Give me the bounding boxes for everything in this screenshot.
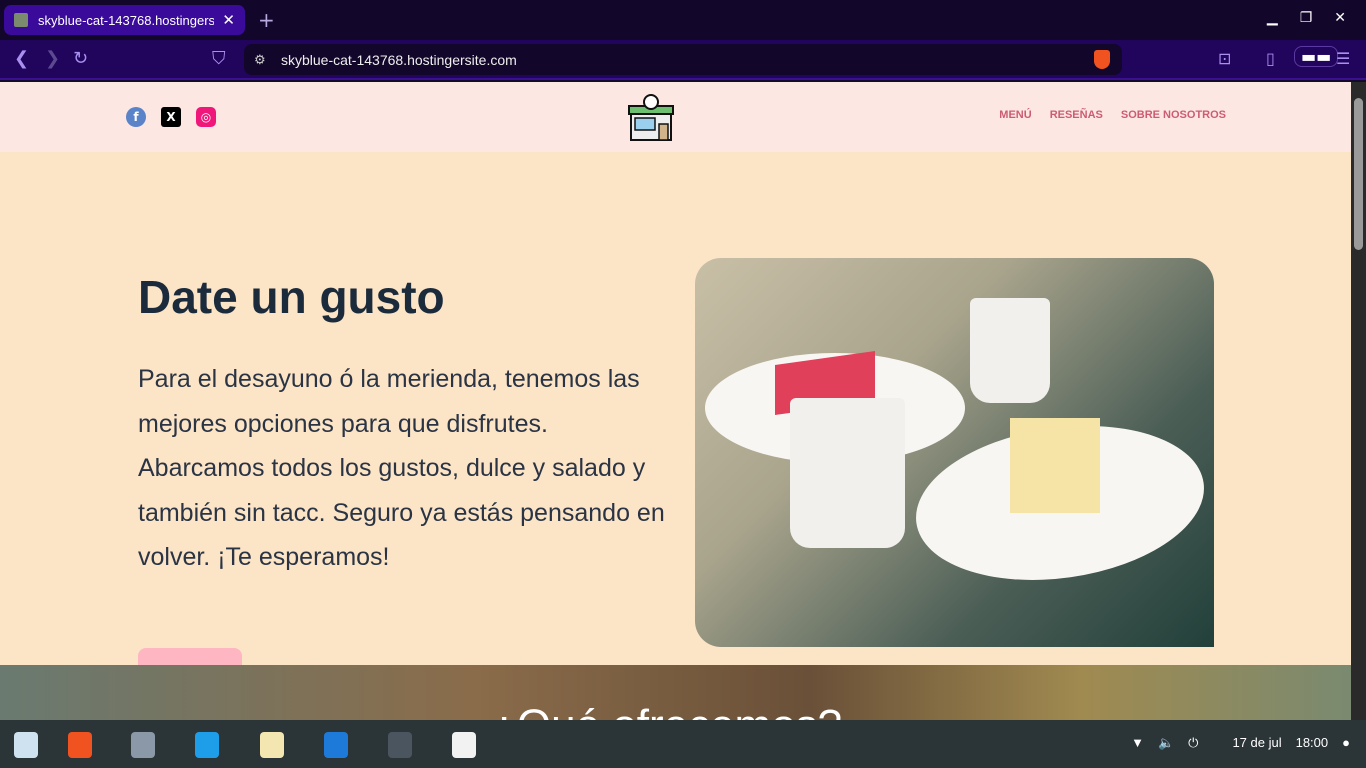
offer-section: ¿Qué ofrecemos? <box>0 665 1351 720</box>
site-settings-icon[interactable]: ⚙ <box>254 52 266 68</box>
site-header: f X ◎ MENÚ RESEÑAS SOBRE NOSOTROS <box>0 82 1351 152</box>
facebook-icon[interactable]: f <box>126 107 146 127</box>
taskbar: ▼ 🔈 ⏻ 17 de jul 18:00 ● <box>0 720 1366 768</box>
reload-icon[interactable]: ↻ <box>73 48 88 69</box>
tab-title: skyblue-cat-143768.hostingersite.com <box>38 12 215 28</box>
private-glasses-icon[interactable]: ▬▬ <box>1294 46 1339 67</box>
menu-icon[interactable]: ☰ <box>1336 49 1350 68</box>
forward-icon[interactable]: ❯ <box>45 48 60 69</box>
bookmark-icon[interactable]: ⛉ <box>212 48 226 69</box>
sidebar-icon[interactable]: ▯ <box>1266 49 1275 68</box>
scrollbar[interactable] <box>1351 82 1366 720</box>
web-page: f X ◎ MENÚ RESEÑAS SOBRE NOSOTROS Date u… <box>0 82 1351 720</box>
cafe-logo-icon[interactable] <box>626 94 676 142</box>
tab-bar: skyblue-cat-143768.hostingersite.com ✕ +… <box>0 0 1366 40</box>
back-icon[interactable]: ❮ <box>14 48 29 69</box>
volume-icon[interactable]: 🔈 <box>1158 735 1174 751</box>
favicon-icon <box>14 13 28 27</box>
notification-dot-icon[interactable]: ● <box>1342 735 1350 751</box>
power-icon[interactable]: ⏻ <box>1188 735 1198 751</box>
vscode-icon[interactable] <box>324 732 348 758</box>
text-editor-icon[interactable] <box>452 732 476 758</box>
terminal-icon[interactable] <box>388 732 412 758</box>
x-icon[interactable]: X <box>161 107 181 127</box>
browser-tab[interactable]: skyblue-cat-143768.hostingersite.com ✕ <box>4 5 245 35</box>
hero-text: Para el desayuno ó la merienda, tenemos … <box>138 365 665 572</box>
new-tab-button[interactable]: + <box>258 8 275 32</box>
minimize-icon[interactable]: ▁ <box>1267 10 1278 26</box>
close-tab-icon[interactable]: ✕ <box>222 11 235 29</box>
close-window-icon[interactable]: ✕ <box>1334 10 1346 26</box>
hero-photo <box>695 258 1214 647</box>
hero-title: Date un gusto <box>138 271 445 323</box>
browser-toolbar: ❮ ❯ ↻ ⛉ ⚙ skyblue-cat-143768.hostingersi… <box>0 40 1366 80</box>
nav-menu[interactable]: MENÚ <box>999 109 1031 121</box>
nav-sobre-nosotros[interactable]: SOBRE NOSOTROS <box>1121 109 1226 121</box>
wifi-icon[interactable]: ▼ <box>1131 735 1144 751</box>
restore-icon[interactable]: ❐ <box>1300 10 1313 26</box>
music-icon[interactable] <box>260 732 284 758</box>
url-text: skyblue-cat-143768.hostingersite.com <box>281 51 517 68</box>
hero-section: Date un gusto Para el desayuno ó la meri… <box>0 152 1351 699</box>
brave-shields-icon[interactable] <box>1094 50 1110 69</box>
brave-icon[interactable] <box>68 732 92 758</box>
clock[interactable]: 18:00 <box>1296 735 1329 751</box>
files-icon[interactable] <box>131 732 155 758</box>
date: 17 de jul <box>1232 735 1282 750</box>
store-icon[interactable] <box>195 732 219 758</box>
address-bar[interactable]: ⚙ skyblue-cat-143768.hostingersite.com <box>244 44 1122 75</box>
main-nav: MENÚ RESEÑAS SOBRE NOSOTROS <box>999 109 1226 121</box>
desktop-icon[interactable] <box>14 732 38 758</box>
nav-resenas[interactable]: RESEÑAS <box>1050 109 1103 121</box>
offer-title: ¿Qué ofrecemos? <box>490 701 842 720</box>
instagram-icon[interactable]: ◎ <box>196 107 216 127</box>
search-tab-icon[interactable]: ⊡ <box>1218 49 1231 68</box>
